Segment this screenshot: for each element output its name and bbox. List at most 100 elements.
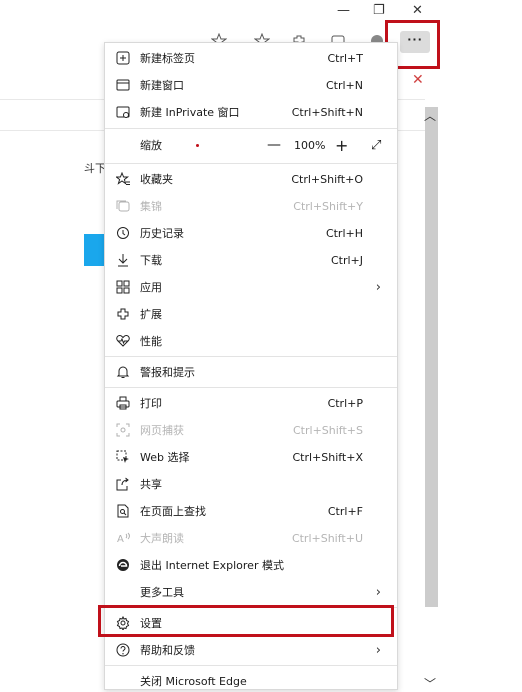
menu-item-label: 收藏夹: [140, 173, 173, 186]
menu-separator: [105, 387, 397, 388]
menu-item-label: Web 选择: [140, 451, 190, 464]
menu-item-favorites[interactable]: 收藏夹 Ctrl+Shift+O: [105, 168, 397, 190]
extensions-icon: [116, 307, 130, 321]
restore-button[interactable]: ❐: [373, 3, 385, 18]
menu-item-shortcut: Ctrl+Shift+N: [291, 105, 363, 119]
menu-item-alerts[interactable]: 警报和提示: [105, 361, 397, 383]
menu-item-extensions[interactable]: 扩展: [105, 303, 397, 325]
zoom-level: 100%: [294, 138, 326, 152]
menu-item-shortcut: Ctrl+Shift+X: [292, 450, 363, 464]
menu-separator: [105, 665, 397, 666]
close-window-button[interactable]: ✕: [412, 3, 423, 18]
menu-item-apps[interactable]: 应用 ›: [105, 276, 397, 298]
menu-item-label: 新建窗口: [140, 79, 184, 92]
help-icon: [116, 643, 130, 657]
menu-separator: [105, 163, 397, 164]
favorites-icon: [116, 172, 130, 186]
menu-item-label: 新建标签页: [140, 52, 195, 65]
collections-icon: [116, 199, 130, 213]
menu-item-label: 下载: [140, 254, 162, 267]
menu-item-label: 关闭 Microsoft Edge: [140, 675, 247, 688]
history-icon: [116, 226, 130, 240]
menu-item-new-inprivate[interactable]: 新建 InPrivate 窗口 Ctrl+Shift+N: [105, 101, 397, 123]
menu-item-new-tab[interactable]: 新建标签页 Ctrl+T: [105, 47, 397, 69]
page-blue-block: [84, 234, 104, 266]
menu-item-shortcut: Ctrl+J: [330, 253, 363, 267]
capture-icon: [116, 423, 130, 437]
scroll-down-icon[interactable]: ﹀: [424, 675, 436, 692]
menu-item-shortcut: Ctrl+F: [327, 504, 363, 518]
close-icon[interactable]: ✕: [412, 72, 424, 88]
menu-item-label: 退出 Internet Explorer 模式: [140, 559, 284, 572]
menu-item-label: 打印: [140, 397, 162, 410]
chevron-right-icon: ›: [375, 642, 381, 658]
download-icon: [116, 253, 130, 267]
menu-item-shortcut: Ctrl+Shift+U: [291, 531, 363, 545]
menu-item-performance[interactable]: 性能: [105, 330, 397, 352]
menu-item-collections[interactable]: 集锦 Ctrl+Shift+Y: [105, 195, 397, 217]
minimize-button[interactable]: —: [337, 3, 350, 18]
menu-item-shortcut: Ctrl+Shift+Y: [293, 199, 363, 213]
svg-text:A: A: [117, 534, 124, 545]
menu-item-label: 历史记录: [140, 227, 184, 240]
menu-item-downloads[interactable]: 下载 Ctrl+J: [105, 249, 397, 271]
menu-item-label: 集锦: [140, 200, 162, 213]
menu-item-more-tools[interactable]: 更多工具 ›: [105, 581, 397, 603]
menu-item-label: 大声朗读: [140, 532, 184, 545]
find-icon: [116, 504, 130, 518]
menu-item-label: 性能: [140, 335, 162, 348]
scroll-up-icon[interactable]: ︿: [424, 107, 436, 124]
zoom-indicator-dot: [196, 144, 199, 147]
zoom-out-button[interactable]: —: [267, 137, 281, 153]
menu-item-label: 缩放: [140, 139, 162, 152]
menu-item-label: 网页捕获: [140, 424, 184, 437]
ie-mode-icon: [116, 558, 130, 572]
apps-icon: [116, 280, 130, 294]
print-icon: [116, 396, 130, 410]
menu-item-shortcut: Ctrl+N: [325, 78, 363, 92]
menu-item-zoom: 缩放 — 100% + ⤢: [105, 134, 397, 156]
menu-item-exit-ie-mode[interactable]: 退出 Internet Explorer 模式: [105, 554, 397, 576]
zoom-in-button[interactable]: +: [335, 136, 348, 155]
menu-item-help[interactable]: 帮助和反馈 ›: [105, 639, 397, 661]
menu-item-read-aloud[interactable]: A 大声朗读 Ctrl+Shift+U: [105, 527, 397, 549]
menu-item-label: 帮助和反馈: [140, 644, 195, 657]
page-text-fragment: 斗下: [84, 162, 106, 175]
web-select-icon: [116, 450, 130, 464]
bell-icon: [116, 365, 130, 379]
performance-icon: [116, 334, 130, 348]
new-tab-icon: [116, 51, 130, 65]
menu-item-label: 更多工具: [140, 586, 184, 599]
chevron-right-icon: ›: [375, 584, 381, 600]
inprivate-icon: [116, 105, 130, 119]
menu-separator: [105, 356, 397, 357]
chevron-right-icon: ›: [375, 279, 381, 295]
menu-item-label: 共享: [140, 478, 162, 491]
menu-item-shortcut: Ctrl+P: [327, 396, 363, 410]
menu-item-shortcut: Ctrl+H: [325, 226, 363, 240]
menu-item-new-window[interactable]: 新建窗口 Ctrl+N: [105, 74, 397, 96]
menu-item-label: 警报和提示: [140, 366, 195, 379]
menu-item-label: 在页面上查找: [140, 505, 206, 518]
settings-menu: 新建标签页 Ctrl+T 新建窗口 Ctrl+N 新建 InPrivate 窗口…: [104, 42, 398, 690]
new-window-icon: [116, 78, 130, 92]
menu-item-label: 新建 InPrivate 窗口: [140, 106, 240, 119]
menu-separator: [105, 128, 397, 129]
menu-item-label: 扩展: [140, 308, 162, 321]
menu-item-shortcut: Ctrl+T: [327, 51, 363, 65]
menu-item-print[interactable]: 打印 Ctrl+P: [105, 392, 397, 414]
menu-item-history[interactable]: 历史记录 Ctrl+H: [105, 222, 397, 244]
menu-item-close-edge[interactable]: 关闭 Microsoft Edge: [105, 670, 397, 692]
menu-item-share[interactable]: 共享: [105, 473, 397, 495]
menu-item-web-select[interactable]: Web 选择 Ctrl+Shift+X: [105, 446, 397, 468]
menu-item-shortcut: Ctrl+Shift+O: [291, 172, 363, 186]
annotation-box-settings: [98, 605, 394, 637]
menu-item-web-capture[interactable]: 网页捕获 Ctrl+Shift+S: [105, 419, 397, 441]
menu-item-shortcut: Ctrl+Shift+S: [293, 423, 363, 437]
menu-item-label: 应用: [140, 281, 162, 294]
share-icon: [116, 477, 130, 491]
fullscreen-icon[interactable]: ⤢: [371, 138, 381, 153]
read-aloud-icon: A: [116, 531, 130, 545]
menu-item-find[interactable]: 在页面上查找 Ctrl+F: [105, 500, 397, 522]
scrollbar[interactable]: [425, 107, 438, 607]
